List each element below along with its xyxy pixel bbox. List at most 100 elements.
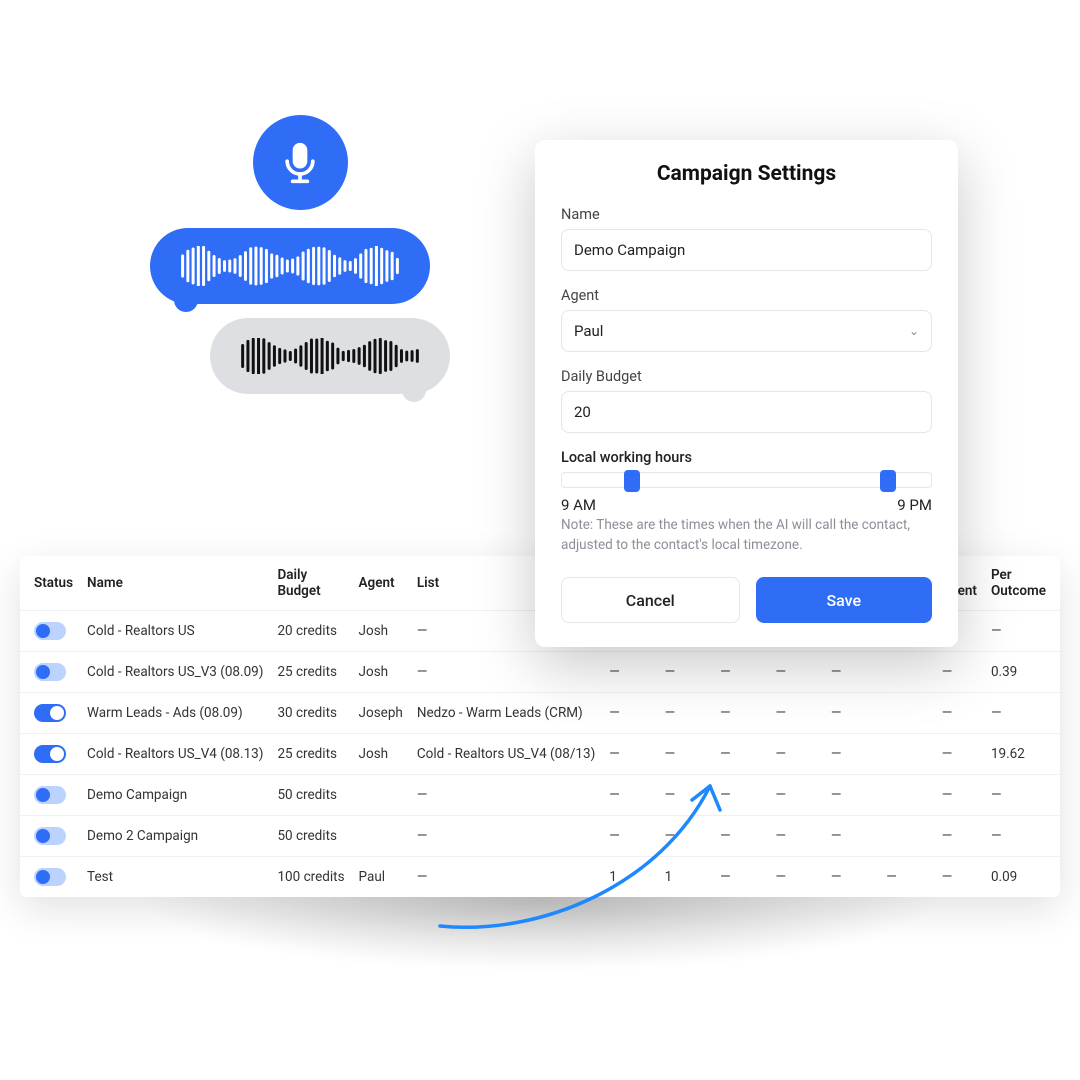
hours-start: 9 AM	[561, 496, 596, 514]
cell-budget: 50 credits	[270, 816, 351, 857]
status-toggle[interactable]	[34, 827, 66, 845]
waveform-icon	[180, 246, 400, 286]
cell-name: Demo 2 Campaign	[80, 816, 270, 857]
cell: 1	[658, 857, 713, 898]
cell-budget: 50 credits	[270, 775, 351, 816]
table-row: Warm Leads - Ads (08.09)30 creditsJoseph…	[20, 693, 1060, 734]
cell: —	[713, 775, 768, 816]
status-toggle[interactable]	[34, 663, 66, 681]
cell-spent: —	[935, 775, 984, 816]
cell	[879, 816, 934, 857]
cell: —	[658, 775, 713, 816]
cell: —	[713, 734, 768, 775]
col-per-outcome: Per Outcome	[984, 556, 1060, 611]
cancel-button[interactable]: Cancel	[561, 577, 740, 623]
cell: —	[768, 693, 823, 734]
cell-list: —	[410, 857, 602, 898]
cell: —	[602, 734, 657, 775]
cell: —	[658, 652, 713, 693]
cell-outcome: —	[984, 816, 1060, 857]
table-row: Cold - Realtors US_V3 (08.09)25 creditsJ…	[20, 652, 1060, 693]
status-toggle[interactable]	[34, 704, 66, 722]
cell: —	[602, 775, 657, 816]
col-status: Status	[20, 556, 80, 611]
campaign-settings-modal: Campaign Settings Name Demo Campaign Age…	[535, 140, 958, 647]
cell: —	[658, 734, 713, 775]
cell: —	[768, 857, 823, 898]
cell-outcome: 19.62	[984, 734, 1060, 775]
chevron-down-icon: ⌄	[909, 324, 919, 338]
voice-bubble-agent	[150, 228, 430, 304]
cell-outcome: —	[984, 693, 1060, 734]
cell: —	[824, 775, 879, 816]
table-row: Cold - Realtors US_V4 (08.13)25 creditsJ…	[20, 734, 1060, 775]
table-row: Test100 creditsPaul—11—————0.09	[20, 857, 1060, 898]
cell-agent: Josh	[352, 734, 410, 775]
cell-agent: Paul	[352, 857, 410, 898]
cell-outcome: —	[984, 775, 1060, 816]
name-input[interactable]: Demo Campaign	[561, 229, 932, 271]
microphone-icon	[253, 115, 348, 210]
cell-agent: Joseph	[352, 693, 410, 734]
name-label: Name	[561, 206, 932, 223]
cell-spent: —	[935, 652, 984, 693]
cell-budget: 25 credits	[270, 652, 351, 693]
budget-input[interactable]: 20	[561, 391, 932, 433]
agent-label: Agent	[561, 287, 932, 304]
modal-title: Campaign Settings	[561, 162, 932, 186]
hours-label: Local working hours	[561, 449, 932, 466]
hours-slider[interactable]	[561, 472, 932, 488]
table-row: Demo 2 Campaign50 credits————————	[20, 816, 1060, 857]
agent-select[interactable]: Paul ⌄	[561, 310, 932, 352]
voice-graphic	[150, 115, 450, 394]
cell: —	[768, 652, 823, 693]
cell: —	[602, 652, 657, 693]
cell: —	[713, 816, 768, 857]
cell-spent: —	[935, 857, 984, 898]
cell-spent: —	[935, 734, 984, 775]
slider-thumb-end[interactable]	[880, 470, 896, 492]
cell-list: —	[410, 775, 602, 816]
status-toggle[interactable]	[34, 868, 66, 886]
cell-budget: 25 credits	[270, 734, 351, 775]
status-toggle[interactable]	[34, 622, 66, 640]
col-daily-budget: Daily Budget	[270, 556, 351, 611]
cell: —	[602, 693, 657, 734]
cell-budget: 30 credits	[270, 693, 351, 734]
table-row: Demo Campaign50 credits————————	[20, 775, 1060, 816]
cell-budget: 100 credits	[270, 857, 351, 898]
status-toggle[interactable]	[34, 786, 66, 804]
cell-agent	[352, 816, 410, 857]
cell: —	[602, 816, 657, 857]
col-name: Name	[80, 556, 270, 611]
cell-outcome: 0.39	[984, 652, 1060, 693]
cell: —	[658, 816, 713, 857]
cell-name: Cold - Realtors US	[80, 611, 270, 652]
slider-thumb-start[interactable]	[624, 470, 640, 492]
cell-budget: 20 credits	[270, 611, 351, 652]
col-agent: Agent	[352, 556, 410, 611]
cell: —	[768, 816, 823, 857]
cell: —	[713, 693, 768, 734]
cell-agent	[352, 775, 410, 816]
budget-value: 20	[574, 403, 591, 421]
agent-value: Paul	[574, 322, 603, 340]
save-button[interactable]: Save	[756, 577, 933, 623]
cell	[879, 775, 934, 816]
status-toggle[interactable]	[34, 745, 66, 763]
name-value: Demo Campaign	[574, 241, 685, 259]
cell-list: Nedzo - Warm Leads (CRM)	[410, 693, 602, 734]
budget-label: Daily Budget	[561, 368, 932, 385]
cell-outcome: —	[984, 611, 1060, 652]
cell-name: Warm Leads - Ads (08.09)	[80, 693, 270, 734]
cell	[879, 734, 934, 775]
cell: —	[713, 857, 768, 898]
cell: —	[658, 693, 713, 734]
hours-end: 9 PM	[897, 496, 932, 514]
cell-spent: —	[935, 816, 984, 857]
cell: —	[768, 775, 823, 816]
cell-list: —	[410, 652, 602, 693]
cell: —	[768, 734, 823, 775]
waveform-icon	[240, 338, 420, 374]
cell-spent: —	[935, 693, 984, 734]
